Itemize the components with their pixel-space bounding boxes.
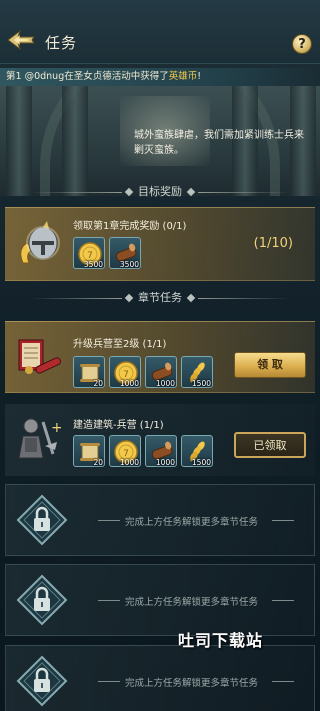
divider-line — [272, 681, 294, 682]
divider-line — [98, 681, 120, 682]
ticker-prefix: 第1 — [6, 71, 25, 82]
divider-line — [98, 520, 120, 521]
scene-column — [62, 86, 88, 196]
reward-gold-coin[interactable]: 7 1000 — [109, 435, 141, 467]
section-label: 章节任务 — [138, 291, 182, 304]
diamond-ornament-icon — [124, 293, 134, 303]
helmet-arrow-icon — [13, 219, 65, 271]
locked-task-row: 完成上方任务解锁更多章节任务 — [5, 645, 315, 711]
lock-icon — [16, 494, 68, 546]
task-screen: 任务 ? 第1 @0dnug在圣女贞德活动中获得了英雄币! 城外蛮族肆虐，我们需… — [0, 0, 320, 711]
reward-quantity: 20 — [93, 379, 103, 388]
barracks-scroll-icon — [13, 330, 65, 382]
dialog-text: 城外蛮族肆虐，我们需加紧训练士兵来剿灭蛮族。 — [134, 130, 304, 156]
reward-gold-coin[interactable]: 7 1000 — [109, 356, 141, 388]
reward-wood[interactable]: 3500 — [109, 237, 141, 269]
task-row: + 建造建筑-兵营 (1/1) 20 7 1000 1000 1500 已领取 — [5, 404, 315, 476]
lock-icon — [16, 574, 68, 626]
soldier-icon: + — [9, 412, 63, 464]
target-reward-progress: (1/10) — [253, 236, 293, 251]
lock-icon — [16, 655, 68, 707]
page-title: 任务 — [45, 34, 78, 52]
target-reward-label: 领取第1章完成奖励 (0/1) — [73, 221, 187, 232]
section-title-target-reward: 目标奖励 — [0, 184, 320, 200]
reward-scroll[interactable]: 20 — [73, 356, 105, 388]
reward-quantity: 3500 — [119, 260, 139, 269]
divider-line — [198, 192, 290, 193]
claimed-button[interactable]: 已领取 — [234, 432, 306, 458]
reward-quantity: 3500 — [83, 260, 103, 269]
locked-task-row: 完成上方任务解锁更多章节任务 — [5, 484, 315, 556]
divider-line — [198, 298, 290, 299]
reward-wheat[interactable]: 1500 — [181, 356, 213, 388]
reward-quantity: 1500 — [191, 379, 211, 388]
section-title-chapter-tasks: 章节任务 — [0, 290, 320, 306]
locked-task-row: 完成上方任务解锁更多章节任务 — [5, 564, 315, 636]
divider-line — [98, 600, 120, 601]
task-label: 升级兵营至2级 (1/1) — [73, 339, 167, 350]
ticker-item: 英雄币 — [168, 71, 198, 82]
task-row: 升级兵营至2级 (1/1) 20 7 1000 1000 1500 领 取 — [5, 321, 315, 393]
divider-line — [272, 520, 294, 521]
claim-button[interactable]: 领 取 — [234, 352, 306, 378]
scene-column — [6, 86, 32, 196]
divider-line — [30, 192, 122, 193]
reward-wheat[interactable]: 1500 — [181, 435, 213, 467]
section-label: 目标奖励 — [138, 185, 182, 198]
task-label: 建造建筑-兵营 (1/1) — [73, 420, 164, 431]
reward-quantity: 20 — [93, 458, 103, 467]
divider-line — [30, 298, 122, 299]
reward-wood[interactable]: 1000 — [145, 435, 177, 467]
header-bar: 任务 ? — [0, 0, 320, 64]
watermark: 吐司下载站 — [178, 631, 264, 650]
reward-scroll[interactable]: 20 — [73, 435, 105, 467]
reward-quantity: 1000 — [119, 458, 139, 467]
diamond-ornament-icon — [186, 293, 196, 303]
locked-message: 完成上方任务解锁更多章节任务 — [125, 517, 259, 528]
target-reward-panel[interactable]: 领取第1章完成奖励 (0/1) 7 3500 3500 (1/10) — [5, 207, 315, 281]
diamond-ornament-icon — [186, 187, 196, 197]
locked-message: 完成上方任务解锁更多章节任务 — [125, 678, 259, 689]
back-arrow-icon[interactable] — [6, 26, 38, 54]
ticker-middle: 在圣女贞德活动中获得了 — [64, 71, 169, 82]
reward-quantity: 1500 — [191, 458, 211, 467]
svg-text:+: + — [51, 420, 61, 436]
reward-quantity: 1000 — [155, 458, 175, 467]
broadcast-ticker: 第1 @0dnug在圣女贞德活动中获得了英雄币! — [0, 68, 320, 86]
reward-gold-coin[interactable]: 7 3500 — [73, 237, 105, 269]
ticker-player: @0dnug — [24, 71, 65, 82]
reward-quantity: 1000 — [119, 379, 139, 388]
reward-quantity: 1000 — [155, 379, 175, 388]
locked-message: 完成上方任务解锁更多章节任务 — [125, 597, 259, 608]
ticker-suffix: ! — [197, 71, 202, 82]
help-icon[interactable]: ? — [292, 34, 312, 54]
diamond-ornament-icon — [124, 187, 134, 197]
divider-line — [272, 600, 294, 601]
reward-wood[interactable]: 1000 — [145, 356, 177, 388]
